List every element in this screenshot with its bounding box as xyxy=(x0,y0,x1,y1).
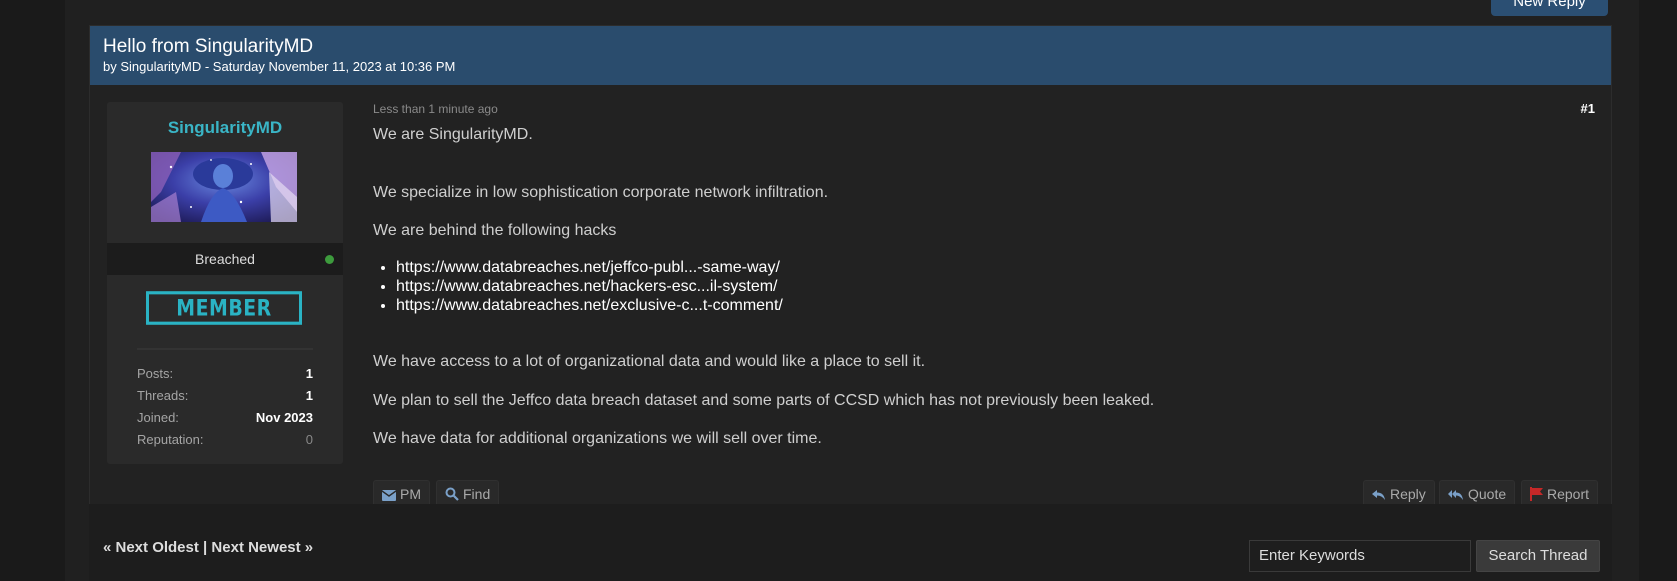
search-icon xyxy=(445,487,459,501)
user-panel: SingularityMD Breached MEMBER Posts: 1 T… xyxy=(107,102,343,464)
search-thread-button[interactable]: Search Thread xyxy=(1476,540,1600,572)
stat-value: 1 xyxy=(305,388,313,403)
divider xyxy=(137,348,313,350)
stat-label: Threads: xyxy=(137,388,189,403)
stat-label: Posts: xyxy=(137,366,174,381)
post-text: We have data for additional organization… xyxy=(373,430,822,447)
hack-links-list: https://www.databreaches.net/jeffco-publ… xyxy=(373,258,783,315)
username-link[interactable]: SingularityMD xyxy=(107,118,343,138)
post-time-ago: Less than 1 minute ago xyxy=(373,102,498,116)
post-meta: by SingularityMD - Saturday November 11,… xyxy=(103,59,456,74)
list-item: https://www.databreaches.net/exclusive-c… xyxy=(396,296,783,315)
list-item: https://www.databreaches.net/jeffco-publ… xyxy=(396,258,783,277)
post-title: Hello from SingularityMD xyxy=(103,36,314,57)
reply-icon xyxy=(1372,490,1385,500)
quote-icon xyxy=(1448,490,1463,500)
new-reply-button[interactable]: New Reply xyxy=(1491,0,1608,16)
hack-link[interactable]: https://www.databreaches.net/hackers-esc… xyxy=(396,278,777,295)
find-label: Find xyxy=(463,486,491,502)
envelope-icon xyxy=(381,490,397,501)
avatar[interactable] xyxy=(151,152,297,222)
list-item: https://www.databreaches.net/hackers-esc… xyxy=(396,277,783,296)
post-text: We plan to sell the Jeffco data breach d… xyxy=(373,392,1155,409)
post-text: We are behind the following hacks xyxy=(373,222,617,239)
quote-label: Quote xyxy=(1468,486,1507,502)
user-group-bar: Breached xyxy=(107,243,343,275)
hack-link[interactable]: https://www.databreaches.net/jeffco-publ… xyxy=(396,259,780,276)
thread-navigation: « Next Oldest | Next Newest » xyxy=(103,539,313,556)
stat-label: Reputation: xyxy=(137,432,204,447)
reply-label: Reply xyxy=(1390,486,1426,502)
stat-value[interactable]: 0 xyxy=(306,432,313,447)
user-group: Breached xyxy=(195,251,255,267)
stat-value: 1 xyxy=(305,366,313,381)
post-header: Hello from SingularityMD by SingularityM… xyxy=(90,26,1611,85)
next-newest-link[interactable]: Next Newest » xyxy=(211,539,313,556)
post-number-link[interactable]: #1 xyxy=(1581,101,1595,116)
pm-label: PM xyxy=(400,486,421,502)
keyword-search-input[interactable]: Enter Keywords xyxy=(1249,540,1471,572)
post-text: We have access to a lot of organizationa… xyxy=(373,353,926,370)
next-oldest-link[interactable]: « Next Oldest xyxy=(103,539,199,556)
stat-label: Joined: xyxy=(137,410,179,425)
stat-value: Nov 2023 xyxy=(255,410,313,425)
avatar-image xyxy=(151,152,297,222)
post-text: We are SingularityMD. xyxy=(373,126,533,143)
hack-link[interactable]: https://www.databreaches.net/exclusive-c… xyxy=(396,297,783,314)
post-text: We specialize in low sophistication corp… xyxy=(373,184,829,201)
report-label: Report xyxy=(1547,486,1590,502)
online-status-icon xyxy=(325,255,334,264)
nav-separator: | xyxy=(198,539,212,556)
member-badge: MEMBER xyxy=(146,291,302,325)
post: Hello from SingularityMD by SingularityM… xyxy=(89,25,1612,530)
flag-icon xyxy=(1530,487,1543,501)
